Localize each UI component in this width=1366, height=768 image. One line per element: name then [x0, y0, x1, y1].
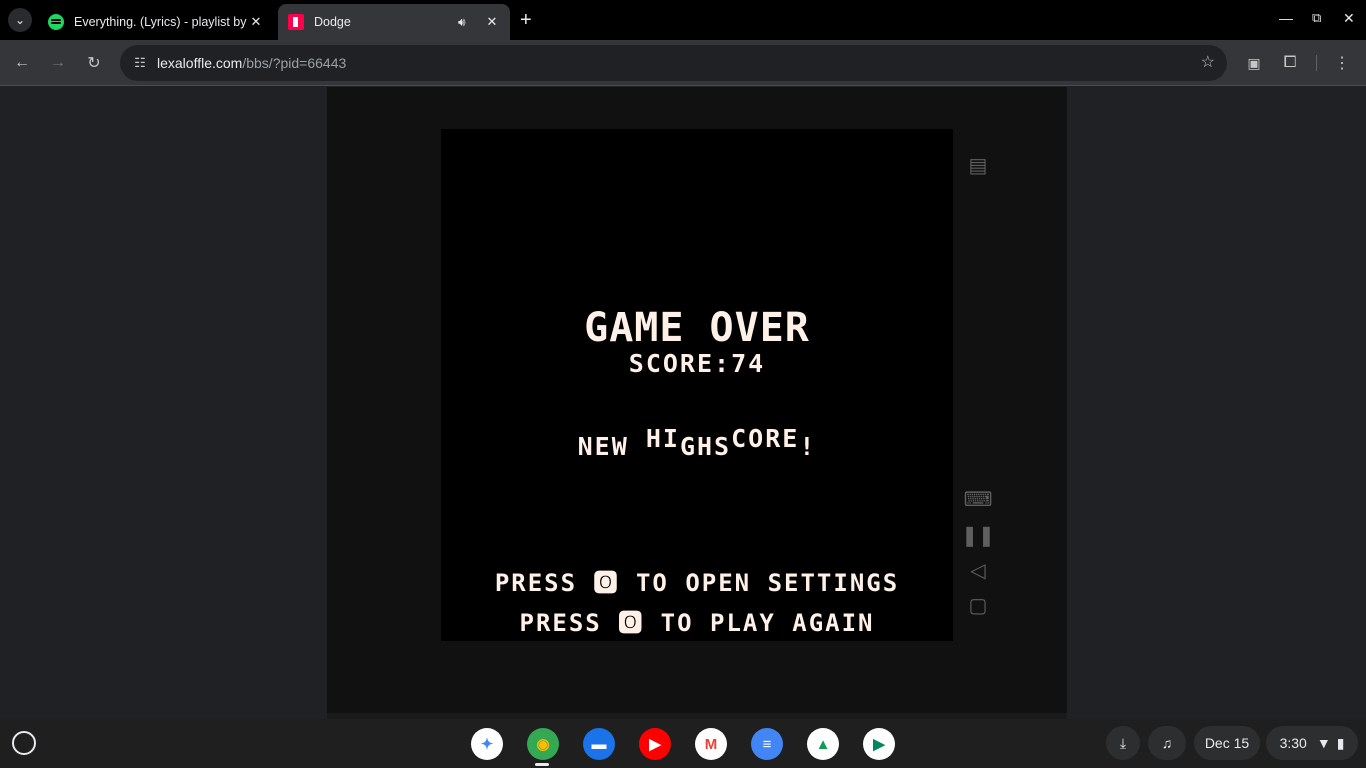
speaker-icon[interactable]: 🔊︎ [458, 15, 476, 30]
sound-icon[interactable]: ◁ [965, 557, 991, 583]
media-controls-icon[interactable]: ▣ [1242, 51, 1266, 75]
more-menu-icon[interactable]: ⋮ [1330, 51, 1354, 75]
tab-search-chevron-icon[interactable]: ⌄ [8, 8, 32, 32]
back-arrow-icon[interactable]: ← [10, 51, 34, 75]
spotify-icon [48, 14, 64, 30]
bookmark-star-icon[interactable]: ☆ [1201, 52, 1215, 72]
url-text[interactable]: lexaloffle.com/bbs/?pid=66443 [157, 55, 346, 71]
pico8-cart-panel: GAME OVER SCORE:74 NEW HIGHSCORE! PRESS … [327, 87, 1067, 719]
address-bar[interactable]: ☷ lexaloffle.com/bbs/?pid=66443 ☆ [120, 45, 1227, 81]
play-again-instruction: PRESS 🅾 TO PLAY AGAIN [441, 603, 953, 638]
press-label: PRESS [519, 609, 619, 637]
reload-icon[interactable]: ↻ [82, 51, 106, 75]
shelf-app-play-store-icon[interactable]: ▶ [863, 728, 895, 760]
shelf-app-chrome-icon[interactable]: ◉ [527, 728, 559, 760]
highscore-word-hi: HI [645, 424, 680, 453]
os-shelf: ✦ ◉ ▬ ▶ M ≡ ▲ ▶ ⤓ ♫ Dec 15 3:30 ▼ ▮ [0, 719, 1366, 768]
shelf-app-gemini-icon[interactable]: ✦ [471, 728, 503, 760]
toolbar-divider [1316, 55, 1317, 71]
settings-label: TO OPEN SETTINGS [619, 569, 900, 597]
new-tab-button[interactable]: + [520, 10, 532, 30]
shelf-app-files-icon[interactable]: ▬ [583, 728, 615, 760]
restore-icon[interactable]: ⧉ [1312, 10, 1321, 26]
battery-icon: ▮ [1336, 734, 1345, 751]
launcher-icon[interactable] [12, 731, 36, 755]
close-tab-icon[interactable]: ✕ [484, 14, 500, 30]
press-label: PRESS [494, 569, 594, 597]
tab-title: Everything. (Lyrics) - playlist by [74, 15, 247, 29]
cart-label-icon[interactable]: ▤ [965, 152, 991, 178]
date-text: Dec 15 [1204, 735, 1250, 751]
extensions-puzzle-icon[interactable]: ⧠ [1278, 51, 1302, 75]
date-pill[interactable]: Dec 15 [1194, 726, 1260, 760]
tab-strip: ⌄ Everything. (Lyrics) - playlist by ✕ D… [0, 0, 1366, 40]
highscore-word-new: NEW [577, 432, 646, 461]
pause-icon[interactable]: ❚❚ [961, 522, 995, 548]
shelf-app-gmail-icon[interactable]: M [695, 728, 727, 760]
lexaloffle-icon [288, 14, 304, 30]
o-button-icon: 🅾 [618, 609, 645, 637]
close-window-icon[interactable]: ✕ [1343, 10, 1355, 27]
holding-space-icon[interactable]: ⤓ [1106, 726, 1140, 760]
highscore-word-ghs: GHS [679, 432, 732, 461]
url-path: /bbs/?pid=66443 [242, 55, 347, 71]
close-tab-icon[interactable]: ✕ [248, 14, 264, 30]
time-text: 3:30 [1279, 735, 1307, 751]
open-settings-instruction: PRESS 🅾 TO OPEN SETTINGS [441, 563, 953, 598]
shelf-app-drive-icon[interactable]: ▲ [807, 728, 839, 760]
o-button-icon: 🅾 [593, 569, 620, 597]
gamepad-icon[interactable]: ⌨ [964, 486, 993, 512]
highscore-word-core: CORE [731, 424, 800, 453]
wifi-icon: ▼ [1316, 735, 1331, 751]
forward-arrow-icon[interactable]: → [46, 51, 70, 75]
play-again-label: TO PLAY AGAIN [644, 609, 875, 637]
game-canvas[interactable]: GAME OVER SCORE:74 NEW HIGHSCORE! PRESS … [441, 129, 953, 641]
tab-spotify[interactable]: Everything. (Lyrics) - playlist by ✕ [38, 4, 274, 40]
minimize-icon[interactable]: — [1279, 10, 1293, 26]
score-label: SCORE:74 [628, 349, 766, 378]
shelf-app-youtube-icon[interactable]: ▶ [639, 728, 671, 760]
url-host: lexaloffle.com [157, 55, 243, 71]
new-highscore-text: NEW HIGHSCORE! [441, 424, 953, 461]
page-content: GAME OVER SCORE:74 NEW HIGHSCORE! PRESS … [0, 87, 1366, 719]
fullscreen-icon[interactable]: ▢ [965, 592, 991, 618]
shelf-app-docs-icon[interactable]: ≡ [751, 728, 783, 760]
active-app-indicator [535, 763, 549, 766]
highscore-exclaim: ! [799, 432, 817, 461]
status-tray[interactable]: 3:30 ▼ ▮ [1266, 726, 1358, 760]
site-info-icon[interactable]: ☷ [128, 51, 152, 75]
game-over-title: GAME OVER [584, 305, 810, 351]
tab-title: Dodge [314, 15, 351, 29]
tab-dodge[interactable]: Dodge 🔊︎ ✕ [278, 4, 510, 40]
browser-toolbar: ← → ↻ ☷ lexaloffle.com/bbs/?pid=66443 ☆ … [0, 40, 1366, 86]
media-queue-icon[interactable]: ♫ [1148, 726, 1186, 760]
